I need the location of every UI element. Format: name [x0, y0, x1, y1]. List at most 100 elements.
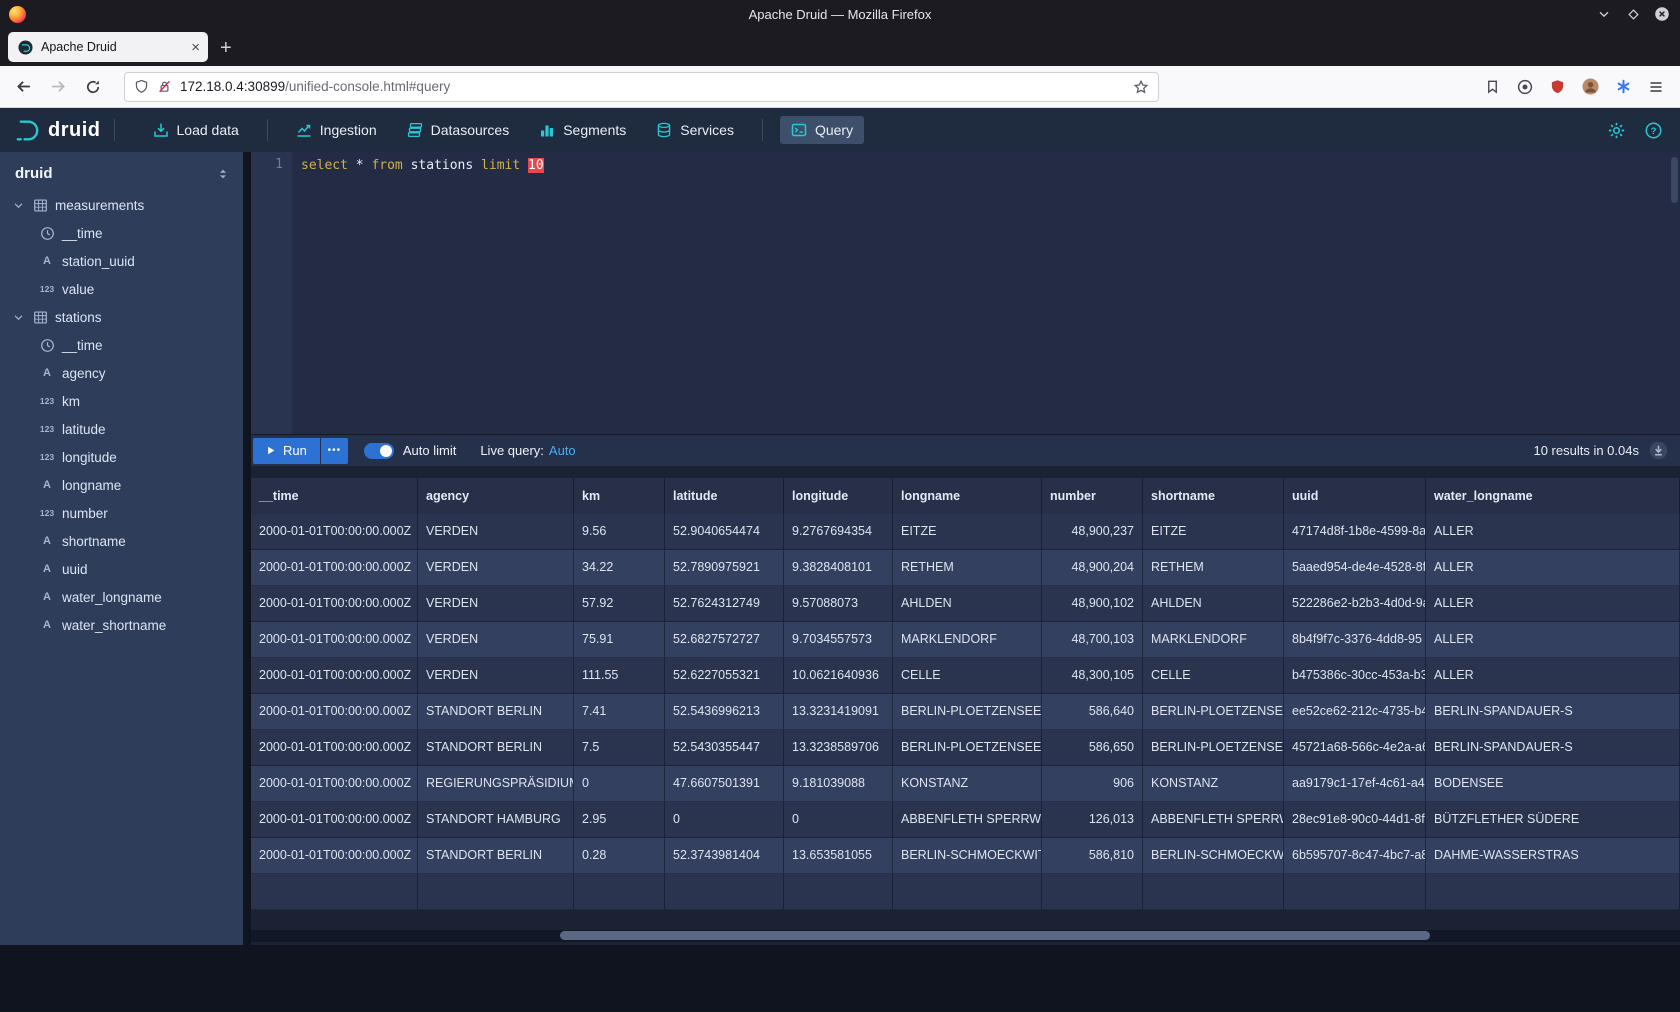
table-row[interactable]: 2000-01-01T00:00:00.000ZVERDEN75.9152.68… — [251, 622, 1680, 658]
run-button[interactable]: Run — [253, 438, 320, 464]
cell-longitude[interactable]: 10.0621640936 — [784, 658, 893, 694]
cell-longname[interactable]: MARKLENDORF — [893, 622, 1042, 658]
settings-gear-icon[interactable] — [1608, 122, 1625, 139]
cell-shortname[interactable]: BERLIN-PLOETZENSEE C — [1143, 694, 1284, 730]
cell-longitude[interactable]: 13.3231419091 — [784, 694, 893, 730]
cell-number[interactable]: 48,900,204 — [1042, 550, 1143, 586]
cell-shortname[interactable]: BERLIN-PLOETZENSEE U — [1143, 730, 1284, 766]
cell-water-longname[interactable]: ALLER — [1426, 658, 1680, 694]
double-caret-vertical-icon[interactable] — [216, 167, 230, 181]
cell-km[interactable]: 9.56 — [574, 514, 665, 550]
cell-time[interactable]: 2000-01-01T00:00:00.000Z — [251, 658, 418, 694]
cell-uuid[interactable]: 6b595707-8c47-4bc7-a8 — [1284, 838, 1426, 874]
cell-agency[interactable]: STANDORT BERLIN — [418, 730, 574, 766]
cell-agency[interactable]: STANDORT BERLIN — [418, 838, 574, 874]
cell-water-longname[interactable]: ALLER — [1426, 586, 1680, 622]
tree-item-time[interactable]: __time — [0, 219, 243, 247]
avatar-icon[interactable] — [1582, 78, 1599, 95]
auto-limit-toggle[interactable] — [364, 443, 394, 459]
tree-item-shortname[interactable]: Ashortname — [0, 527, 243, 555]
cell-water-longname[interactable]: ALLER — [1426, 514, 1680, 550]
url-bar[interactable]: 172.18.0.4:30899/unified-console.html#qu… — [124, 72, 1159, 102]
druid-logo-icon[interactable] — [14, 117, 41, 144]
cell-uuid[interactable]: 47174d8f-1b8e-4599-8a — [1284, 514, 1426, 550]
cell-km[interactable]: 0.28 — [574, 838, 665, 874]
nav-item-ingestion[interactable]: Ingestion — [285, 116, 388, 144]
cell-longname[interactable]: BERLIN-PLOETZENSEE U — [893, 730, 1042, 766]
column-header-agency[interactable]: agency — [418, 478, 574, 514]
cell-latitude[interactable]: 0 — [665, 802, 784, 838]
tree-item-uuid[interactable]: Auuid — [0, 555, 243, 583]
new-tab-button[interactable]: + — [220, 38, 232, 58]
cell-number[interactable]: 586,810 — [1042, 838, 1143, 874]
cell-agency[interactable]: VERDEN — [418, 514, 574, 550]
tree-item-time[interactable]: __time — [0, 331, 243, 359]
chevron-down-icon[interactable] — [13, 312, 25, 323]
cell-latitude[interactable]: 52.6827572727 — [665, 622, 784, 658]
cell-agency[interactable]: VERDEN — [418, 550, 574, 586]
cell-time[interactable]: 2000-01-01T00:00:00.000Z — [251, 766, 418, 802]
cell-agency[interactable]: STANDORT HAMBURG — [418, 802, 574, 838]
cell-agency[interactable]: STANDORT BERLIN — [418, 694, 574, 730]
cell-latitude[interactable]: 47.6607501391 — [665, 766, 784, 802]
cell-number[interactable]: 586,640 — [1042, 694, 1143, 730]
cell-number[interactable]: 48,700,103 — [1042, 622, 1143, 658]
cell-latitude[interactable]: 52.5436996213 — [665, 694, 784, 730]
help-icon[interactable]: ? — [1645, 122, 1662, 139]
extension-asterisk-icon[interactable] — [1616, 79, 1631, 94]
cell-km[interactable]: 7.41 — [574, 694, 665, 730]
table-row[interactable]: 2000-01-01T00:00:00.000ZVERDEN34.2252.78… — [251, 550, 1680, 586]
cell-km[interactable]: 111.55 — [574, 658, 665, 694]
cell-longitude[interactable]: 9.2767694354 — [784, 514, 893, 550]
cell-uuid[interactable]: 8b4f9f7c-3376-4dd8-95 — [1284, 622, 1426, 658]
query-text[interactable]: select * from stations limit 10 — [292, 152, 544, 434]
cell-shortname[interactable]: BERLIN-SCHMOECKWIT — [1143, 838, 1284, 874]
cell-longname[interactable]: KONSTANZ — [893, 766, 1042, 802]
horizontal-scrollbar[interactable] — [251, 930, 1680, 942]
cell-longitude[interactable]: 13.653581055 — [784, 838, 893, 874]
cell-longname[interactable]: BERLIN-PLOETZENSEE C — [893, 694, 1042, 730]
tree-item-measurements[interactable]: measurements — [0, 191, 243, 219]
download-icon[interactable] — [1649, 441, 1668, 460]
column-header-water-longname[interactable]: water_longname — [1426, 478, 1680, 514]
nav-item-services[interactable]: Services — [645, 116, 745, 144]
scrollbar-thumb[interactable] — [560, 931, 1430, 940]
cell-number[interactable]: 48,900,237 — [1042, 514, 1143, 550]
schema-selector[interactable]: druid — [15, 165, 53, 182]
cell-longname[interactable]: RETHEM — [893, 550, 1042, 586]
cell-water-longname[interactable]: ALLER — [1426, 550, 1680, 586]
cell-water-longname[interactable]: ALLER — [1426, 622, 1680, 658]
cell-longitude[interactable]: 0 — [784, 802, 893, 838]
cell-shortname[interactable]: CELLE — [1143, 658, 1284, 694]
nav-item-segments[interactable]: Segments — [528, 116, 637, 144]
shield-icon[interactable] — [134, 79, 149, 94]
live-query-value[interactable]: Auto — [549, 443, 576, 458]
tab-close-icon[interactable]: × — [191, 40, 200, 55]
cell-longitude[interactable]: 9.7034557573 — [784, 622, 893, 658]
cell-water-longname[interactable]: BODENSEE — [1426, 766, 1680, 802]
reload-button[interactable] — [78, 73, 108, 101]
cell-longitude[interactable]: 13.3238589706 — [784, 730, 893, 766]
cell-uuid[interactable]: 5aaed954-de4e-4528-8f — [1284, 550, 1426, 586]
table-row[interactable]: 2000-01-01T00:00:00.000ZSTANDORT BERLIN0… — [251, 838, 1680, 874]
cell-time[interactable]: 2000-01-01T00:00:00.000Z — [251, 550, 418, 586]
tree-item-longitude[interactable]: 123longitude — [0, 443, 243, 471]
column-header-time[interactable]: __time — [251, 478, 418, 514]
cell-time[interactable]: 2000-01-01T00:00:00.000Z — [251, 730, 418, 766]
cell-latitude[interactable]: 52.5430355447 — [665, 730, 784, 766]
bookmark-star-icon[interactable] — [1133, 79, 1149, 95]
column-header-km[interactable]: km — [574, 478, 665, 514]
cell-shortname[interactable]: AHLDEN — [1143, 586, 1284, 622]
column-header-latitude[interactable]: latitude — [665, 478, 784, 514]
cell-water-longname[interactable]: BÜTZFLETHER SÜDERE — [1426, 802, 1680, 838]
cell-time[interactable]: 2000-01-01T00:00:00.000Z — [251, 622, 418, 658]
druid-wordmark[interactable]: druid — [48, 119, 101, 142]
cell-longitude[interactable]: 9.181039088 — [784, 766, 893, 802]
cell-number[interactable]: 48,300,105 — [1042, 658, 1143, 694]
cell-water-longname[interactable]: BERLIN-SPANDAUER-S — [1426, 694, 1680, 730]
table-row[interactable]: 2000-01-01T00:00:00.000ZSTANDORT HAMBURG… — [251, 802, 1680, 838]
cell-uuid[interactable]: ee52ce62-212c-4735-b4 — [1284, 694, 1426, 730]
table-row[interactable]: 2000-01-01T00:00:00.000ZVERDEN9.5652.904… — [251, 514, 1680, 550]
tree-item-km[interactable]: 123km — [0, 387, 243, 415]
cell-latitude[interactable]: 52.9040654474 — [665, 514, 784, 550]
